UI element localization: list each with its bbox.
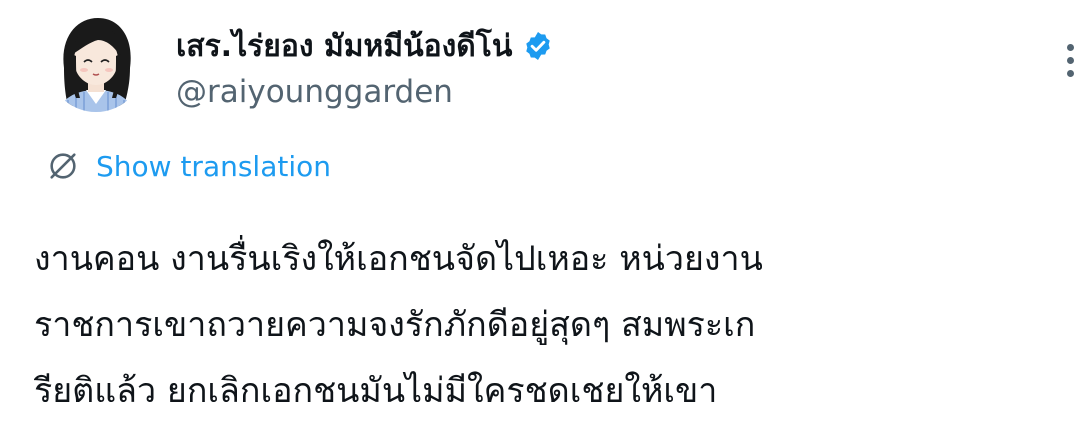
tweet-text-line: งานคอน งานรื่นเริงให้เอกชนจัดไปเหอะ หน่ว… bbox=[34, 239, 763, 279]
tweet-text: งานคอน งานรื่นเริงให้เอกชนจัดไปเหอะ หน่ว… bbox=[34, 226, 1054, 424]
tweet-text-line: ราชการเขาถวายความจงรักภักดีอยู่สุดๆ สมพร… bbox=[34, 305, 756, 345]
show-translation-label: Show translation bbox=[96, 149, 332, 183]
tweet-header: เสร.ไร่ยอง มัมหมีน้องดีโน่ @raiyounggard… bbox=[46, 10, 1074, 120]
tweet-text-line: รียติแล้ว ยกเลิกเอกชนมันไม่มีใครชดเชยให้… bbox=[34, 371, 718, 411]
author-handle[interactable]: @raiyounggarden bbox=[176, 74, 554, 110]
display-name[interactable]: เสร.ไร่ยอง มัมหมีน้องดีโน่ bbox=[176, 23, 512, 70]
author-info: เสร.ไร่ยอง มัมหมีน้องดีโน่ @raiyounggard… bbox=[176, 24, 554, 110]
tweet-card: เสร.ไร่ยอง มัมหมีน้องดีโน่ @raiyounggard… bbox=[0, 0, 1080, 436]
globe-slash-icon bbox=[46, 149, 80, 183]
avatar[interactable] bbox=[46, 10, 146, 118]
show-translation-button[interactable]: Show translation bbox=[46, 146, 331, 186]
name-row: เสร.ไร่ยอง มัมหมีน้องดีโน่ bbox=[176, 24, 554, 68]
verified-badge-icon bbox=[522, 30, 554, 62]
more-options-icon[interactable] bbox=[1060, 44, 1080, 84]
